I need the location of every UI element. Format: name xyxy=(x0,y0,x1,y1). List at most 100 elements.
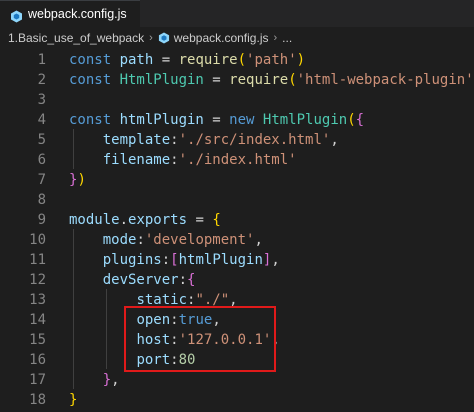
breadcrumb-folder[interactable]: 1.Basic_use_of_webpack xyxy=(8,31,144,45)
line-number: 15 xyxy=(29,332,46,348)
code-token: : xyxy=(170,132,179,148)
webpack-file-icon xyxy=(158,32,170,44)
code-line[interactable]: 12 devServer:{ xyxy=(0,270,474,290)
code-token: module xyxy=(69,212,120,228)
line-number: 4 xyxy=(37,112,46,128)
code-token: new xyxy=(229,112,263,128)
code-token: = xyxy=(203,72,230,88)
code-line[interactable]: 1 const path = require('path') xyxy=(0,50,474,70)
code-token: template xyxy=(102,132,171,148)
code-token: ( xyxy=(237,52,247,68)
code-token: ) xyxy=(77,172,86,188)
tab-title: webpack.config.js xyxy=(28,7,127,21)
line-number: 8 xyxy=(37,192,46,208)
code-line[interactable]: 10 mode:'development', xyxy=(0,230,474,250)
code-line[interactable]: 2 const HtmlPlugin = require('html-webpac… xyxy=(0,70,474,90)
code-text: mode:'development', xyxy=(69,230,263,250)
code-text: devServer:{ xyxy=(69,270,196,290)
code-token: const xyxy=(69,72,120,88)
code-token: [ xyxy=(170,252,179,268)
code-line[interactable]: 3 xyxy=(0,90,474,110)
line-number: 18 xyxy=(29,392,46,408)
code-token: const xyxy=(69,112,120,128)
line-number: 12 xyxy=(29,272,46,288)
code-token: ( xyxy=(347,112,356,128)
code-text: }) xyxy=(69,170,86,190)
line-number: 17 xyxy=(29,372,46,388)
code-token: : xyxy=(170,152,179,168)
code-token: const xyxy=(69,52,120,68)
code-token: './src/index.html' xyxy=(178,132,331,148)
code-token: ) xyxy=(296,52,306,68)
code-token: } xyxy=(69,392,78,408)
code-token: = xyxy=(153,52,179,68)
code-text: }, xyxy=(69,370,120,390)
code-text: const htmlPlugin = new HtmlPlugin({ xyxy=(69,110,364,130)
code-token: require xyxy=(229,72,289,88)
chevron-right-icon: › xyxy=(273,32,278,44)
code-token: 'development' xyxy=(144,232,255,248)
tab-bar: webpack.config.js xyxy=(0,0,474,27)
code-line[interactable]: 7}) xyxy=(0,170,474,190)
code-line[interactable]: 5 template:'./src/index.html', xyxy=(0,130,474,150)
line-number: 16 xyxy=(29,352,46,368)
code-token: , xyxy=(271,252,280,268)
code-token: : xyxy=(161,252,171,268)
vscode-window: webpack.config.js 1.Basic_use_of_webpack… xyxy=(0,0,474,412)
code-token: { xyxy=(355,112,365,128)
code-token: devServer xyxy=(102,272,179,288)
code-token: htmlPlugin xyxy=(178,252,263,268)
code-line[interactable]: 18} xyxy=(0,390,474,410)
code-line[interactable]: 17 }, xyxy=(0,370,474,390)
line-number: 14 xyxy=(29,312,46,328)
code-text: filename:'./index.html' xyxy=(69,150,297,170)
code-text: const path = require('path') xyxy=(69,50,305,70)
code-text: module.exports = { xyxy=(69,210,221,230)
code-token: , xyxy=(111,372,120,388)
line-number: 1 xyxy=(37,52,46,68)
code-token: 'html-webpack-plugin' xyxy=(296,72,474,88)
code-token: } xyxy=(102,372,112,388)
code-token: = xyxy=(187,212,213,228)
code-token: require xyxy=(178,52,238,68)
chevron-right-icon: › xyxy=(149,32,153,44)
code-token: : xyxy=(136,232,145,248)
code-token: , xyxy=(254,232,263,248)
webpack-file-icon xyxy=(10,8,23,22)
breadcrumb-file[interactable]: webpack.config.js xyxy=(174,31,269,45)
line-number: 3 xyxy=(37,92,46,108)
code-token: = xyxy=(203,112,230,128)
code-token: , xyxy=(330,132,339,148)
code-token: { xyxy=(187,272,196,288)
line-number: 2 xyxy=(37,72,46,88)
code-token: { xyxy=(212,212,221,228)
code-token: . xyxy=(119,212,129,228)
code-line[interactable]: 9 module.exports = { xyxy=(0,210,474,230)
line-number: 9 xyxy=(37,212,46,228)
breadcrumb-ellipsis[interactable]: ... xyxy=(282,31,292,45)
code-token: HtmlPlugin xyxy=(119,72,204,88)
code-token: exports xyxy=(128,212,188,228)
code-token: : xyxy=(178,272,188,288)
code-line[interactable]: 11 plugins:[htmlPlugin], xyxy=(0,250,474,270)
code-line[interactable]: 8 xyxy=(0,190,474,210)
code-token: HtmlPlugin xyxy=(262,112,348,128)
code-line[interactable]: 6 filename:'./index.html' xyxy=(0,150,474,170)
code-token: mode xyxy=(102,232,137,248)
code-line[interactable]: 4 const htmlPlugin = new HtmlPlugin({ xyxy=(0,110,474,130)
code-token: htmlPlugin xyxy=(119,112,204,128)
code-token: path xyxy=(119,52,154,68)
code-token: ( xyxy=(288,72,297,88)
code-token: filename xyxy=(102,152,171,168)
code-text: const HtmlPlugin = require('html-webpack… xyxy=(69,70,474,90)
code-text: plugins:[htmlPlugin], xyxy=(69,250,280,270)
line-number: 7 xyxy=(37,172,46,188)
line-number: 10 xyxy=(29,232,46,248)
tab-webpack-config[interactable]: webpack.config.js xyxy=(0,0,140,27)
line-number: 13 xyxy=(29,292,46,308)
